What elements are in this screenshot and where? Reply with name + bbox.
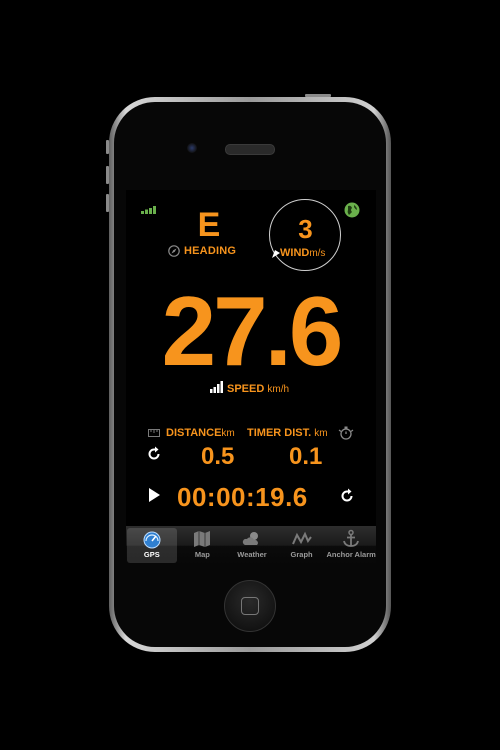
- play-icon[interactable]: [147, 488, 161, 502]
- map-icon: [194, 531, 211, 547]
- signal-strength-icon: [141, 206, 156, 214]
- compass-icon: [168, 245, 180, 257]
- stopwatch-icon: [338, 426, 354, 440]
- wind-direction-icon: [272, 250, 280, 258]
- speed-unit: km/h: [267, 384, 290, 395]
- front-camera: [187, 143, 197, 153]
- volume-down-button: [106, 194, 109, 212]
- tab-graph[interactable]: Graph: [277, 526, 327, 565]
- heading-label: HEADING: [184, 245, 237, 257]
- tab-label: Weather: [237, 550, 267, 559]
- app-screen: E HEADING 3 WINDm/s 27.6 SPEED km/h DIST…: [126, 190, 376, 565]
- tab-label: Anchor Alarm: [326, 550, 376, 559]
- timer-distance-label: TIMER DIST. km: [247, 427, 328, 439]
- distance-label-text: DISTANCE: [166, 427, 222, 439]
- home-button-icon: [241, 597, 259, 615]
- timer-distance-unit: km: [314, 428, 328, 439]
- timer-distance-label-text: TIMER DIST.: [247, 427, 312, 439]
- wind-label: WINDm/s: [280, 247, 325, 259]
- tab-gps[interactable]: GPS: [127, 528, 177, 563]
- tab-label: GPS: [143, 550, 160, 559]
- home-button[interactable]: [224, 580, 276, 632]
- speed-value: 27.6: [161, 276, 344, 386]
- volume-up-button: [106, 166, 109, 184]
- wind-value: 3: [298, 214, 313, 244]
- ruler-icon: [148, 429, 160, 437]
- speed-label: SPEED km/h: [227, 383, 289, 395]
- wind-unit: m/s: [309, 248, 326, 259]
- tab-label: Graph: [290, 550, 313, 559]
- weather-icon: [242, 532, 258, 545]
- gauge-icon: [143, 531, 161, 549]
- tab-label: Map: [194, 550, 210, 559]
- location-globe-icon[interactable]: [344, 202, 360, 218]
- heading-direction: E: [197, 206, 221, 244]
- distance-label: DISTANCEkm: [166, 427, 235, 439]
- mute-switch: [106, 140, 109, 154]
- speed-bars-icon: [210, 381, 223, 393]
- timer-value: 00:00:19.6: [177, 482, 308, 512]
- graph-icon: [291, 531, 312, 545]
- tab-bar: GPS Map Weather Graph Anchor Alarm: [126, 526, 376, 565]
- timer-distance-value: 0.1: [289, 443, 323, 470]
- reset-timer-icon[interactable]: [339, 488, 355, 504]
- wind-label-text: WIND: [280, 247, 310, 259]
- earpiece-speaker: [225, 144, 275, 155]
- distance-unit: km: [221, 428, 235, 439]
- distance-value: 0.5: [201, 443, 235, 470]
- tab-weather[interactable]: Weather: [227, 526, 277, 565]
- anchor-icon: [343, 529, 360, 547]
- reset-distance-icon[interactable]: [146, 446, 162, 462]
- tab-map[interactable]: Map: [178, 526, 228, 565]
- tab-anchor-alarm[interactable]: Anchor Alarm: [326, 526, 376, 565]
- speed-label-text: SPEED: [227, 383, 265, 395]
- power-button: [305, 94, 331, 97]
